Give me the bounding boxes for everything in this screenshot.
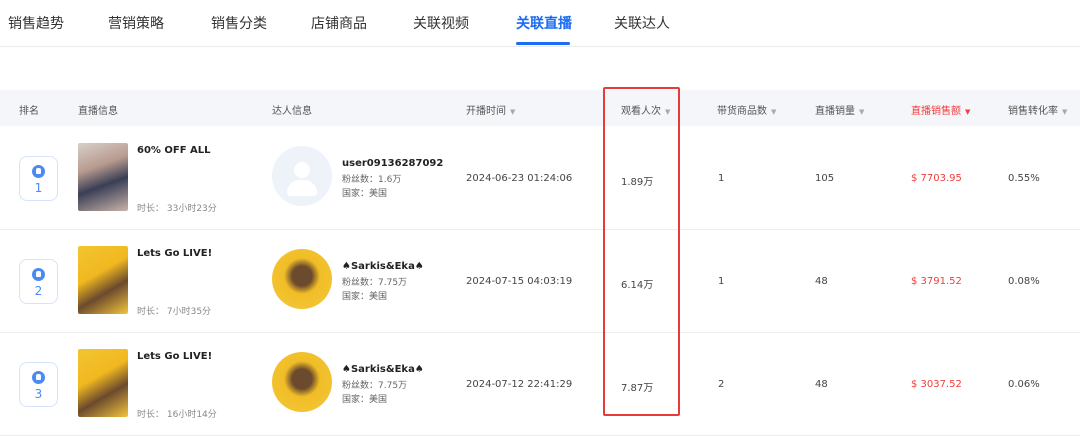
col-label: 直播销量 bbox=[815, 106, 855, 117]
influencer-name[interactable]: ♠Sarkis&Eka♠ bbox=[342, 364, 424, 375]
follower-count: 粉丝数：7.75万 bbox=[342, 381, 408, 391]
col-header-product-count[interactable]: 带货商品数 ▼ bbox=[717, 102, 776, 117]
follower-count: 粉丝数：1.6万 bbox=[342, 175, 402, 185]
product-count: 1 bbox=[718, 173, 725, 184]
live-revenue: $ 3037.52 bbox=[911, 379, 962, 390]
col-header-start-time[interactable]: 开播时间 ▼ bbox=[466, 102, 515, 117]
rank-number: 3 bbox=[34, 387, 43, 401]
crown-icon bbox=[32, 371, 45, 384]
live-revenue: $ 3791.52 bbox=[911, 276, 962, 287]
tab-marketing-strategy[interactable]: 营销策略 bbox=[108, 13, 164, 33]
view-count: 7.87万 bbox=[621, 383, 654, 394]
live-thumbnail[interactable] bbox=[78, 143, 128, 211]
tab-bar: 销售趋势 营销策略 销售分类 店铺商品 关联视频 关联直播 关联达人 bbox=[0, 0, 1080, 47]
col-label: 排名 bbox=[19, 106, 39, 117]
tab-store-products[interactable]: 店铺商品 bbox=[311, 13, 367, 33]
default-user-icon bbox=[294, 162, 310, 178]
col-label: 观看人次 bbox=[621, 106, 661, 117]
start-time: 2024-06-23 01:24:06 bbox=[466, 173, 573, 184]
live-sales: 48 bbox=[815, 276, 828, 287]
view-count: 6.14万 bbox=[621, 280, 654, 291]
sort-arrow-icon[interactable]: ▼ bbox=[1062, 108, 1067, 116]
influencer-country: 国家：美国 bbox=[342, 292, 388, 302]
avatar[interactable] bbox=[272, 146, 332, 206]
tab-sales-trend[interactable]: 销售趋势 bbox=[8, 13, 64, 33]
live-duration: 时长： 7小时35分 bbox=[137, 307, 212, 317]
live-title[interactable]: Lets Go LIVE! bbox=[137, 351, 212, 362]
col-label: 带货商品数 bbox=[717, 106, 767, 117]
active-tab-indicator bbox=[516, 42, 570, 45]
default-user-body bbox=[287, 180, 317, 196]
col-header-influencer-info: 达人信息 bbox=[272, 102, 312, 117]
rank-number: 2 bbox=[34, 284, 43, 298]
product-count: 2 bbox=[718, 379, 725, 390]
crown-icon bbox=[32, 165, 45, 178]
tab-sales-category[interactable]: 销售分类 bbox=[211, 13, 267, 33]
col-header-views[interactable]: 观看人次 ▼ bbox=[621, 102, 670, 117]
avatar[interactable] bbox=[272, 249, 332, 309]
sort-arrow-icon[interactable]: ▼ bbox=[965, 108, 970, 116]
col-label: 销售转化率 bbox=[1008, 106, 1058, 117]
live-title[interactable]: 60% OFF ALL bbox=[137, 145, 211, 156]
start-time: 2024-07-12 22:41:29 bbox=[466, 379, 573, 390]
tab-related-influencers[interactable]: 关联达人 bbox=[614, 13, 670, 33]
start-time: 2024-07-15 04:03:19 bbox=[466, 276, 573, 287]
sort-arrow-icon[interactable]: ▼ bbox=[510, 108, 515, 116]
col-header-rank: 排名 bbox=[19, 102, 39, 117]
col-header-live-sales[interactable]: 直播销量 ▼ bbox=[815, 102, 864, 117]
table-row[interactable]: 1 60% OFF ALL 时长： 33小时23分 user0913628709… bbox=[0, 126, 1080, 230]
col-label: 直播销售额 bbox=[911, 106, 961, 117]
product-count: 1 bbox=[718, 276, 725, 287]
crown-icon bbox=[32, 268, 45, 281]
tab-related-live[interactable]: 关联直播 bbox=[516, 13, 572, 33]
live-revenue: $ 7703.95 bbox=[911, 173, 962, 184]
rank-badge: 2 bbox=[19, 259, 58, 304]
col-header-conversion[interactable]: 销售转化率 ▼ bbox=[1008, 102, 1067, 117]
col-label: 直播信息 bbox=[78, 106, 118, 117]
col-header-live-info: 直播信息 bbox=[78, 102, 118, 117]
sort-arrow-icon[interactable]: ▼ bbox=[665, 108, 670, 116]
live-thumbnail[interactable] bbox=[78, 349, 128, 417]
conversion-rate: 0.55% bbox=[1008, 173, 1040, 184]
tab-related-videos[interactable]: 关联视频 bbox=[413, 13, 469, 33]
view-count: 1.89万 bbox=[621, 177, 654, 188]
table-row[interactable]: 3 Lets Go LIVE! 时长： 16小时14分 ♠Sarkis&Eka♠… bbox=[0, 332, 1080, 436]
live-duration: 时长： 33小时23分 bbox=[137, 204, 217, 214]
sort-arrow-icon[interactable]: ▼ bbox=[771, 108, 776, 116]
col-label: 达人信息 bbox=[272, 106, 312, 117]
influencer-name[interactable]: ♠Sarkis&Eka♠ bbox=[342, 261, 424, 272]
sort-arrow-icon[interactable]: ▼ bbox=[859, 108, 864, 116]
col-header-revenue[interactable]: 直播销售额 ▼ bbox=[911, 102, 970, 117]
table-header: 排名 直播信息 达人信息 开播时间 ▼ 观看人次 ▼ 带货商品数 ▼ 直播销量 ▼ 直播… bbox=[0, 90, 1080, 126]
table-row[interactable]: 2 Lets Go LIVE! 时长： 7小时35分 ♠Sarkis&Eka♠ … bbox=[0, 229, 1080, 333]
follower-count: 粉丝数：7.75万 bbox=[342, 278, 408, 288]
rank-badge: 3 bbox=[19, 362, 58, 407]
live-sales: 105 bbox=[815, 173, 835, 184]
influencer-country: 国家：美国 bbox=[342, 189, 388, 199]
conversion-rate: 0.08% bbox=[1008, 276, 1040, 287]
rank-badge: 1 bbox=[19, 156, 58, 201]
live-duration: 时长： 16小时14分 bbox=[137, 410, 217, 420]
live-thumbnail[interactable] bbox=[78, 246, 128, 314]
col-label: 开播时间 bbox=[466, 106, 506, 117]
influencer-country: 国家：美国 bbox=[342, 395, 388, 405]
rank-number: 1 bbox=[34, 181, 43, 195]
live-title[interactable]: Lets Go LIVE! bbox=[137, 248, 212, 259]
influencer-name[interactable]: user09136287092 bbox=[342, 158, 443, 169]
avatar[interactable] bbox=[272, 352, 332, 412]
live-sales: 48 bbox=[815, 379, 828, 390]
conversion-rate: 0.06% bbox=[1008, 379, 1040, 390]
